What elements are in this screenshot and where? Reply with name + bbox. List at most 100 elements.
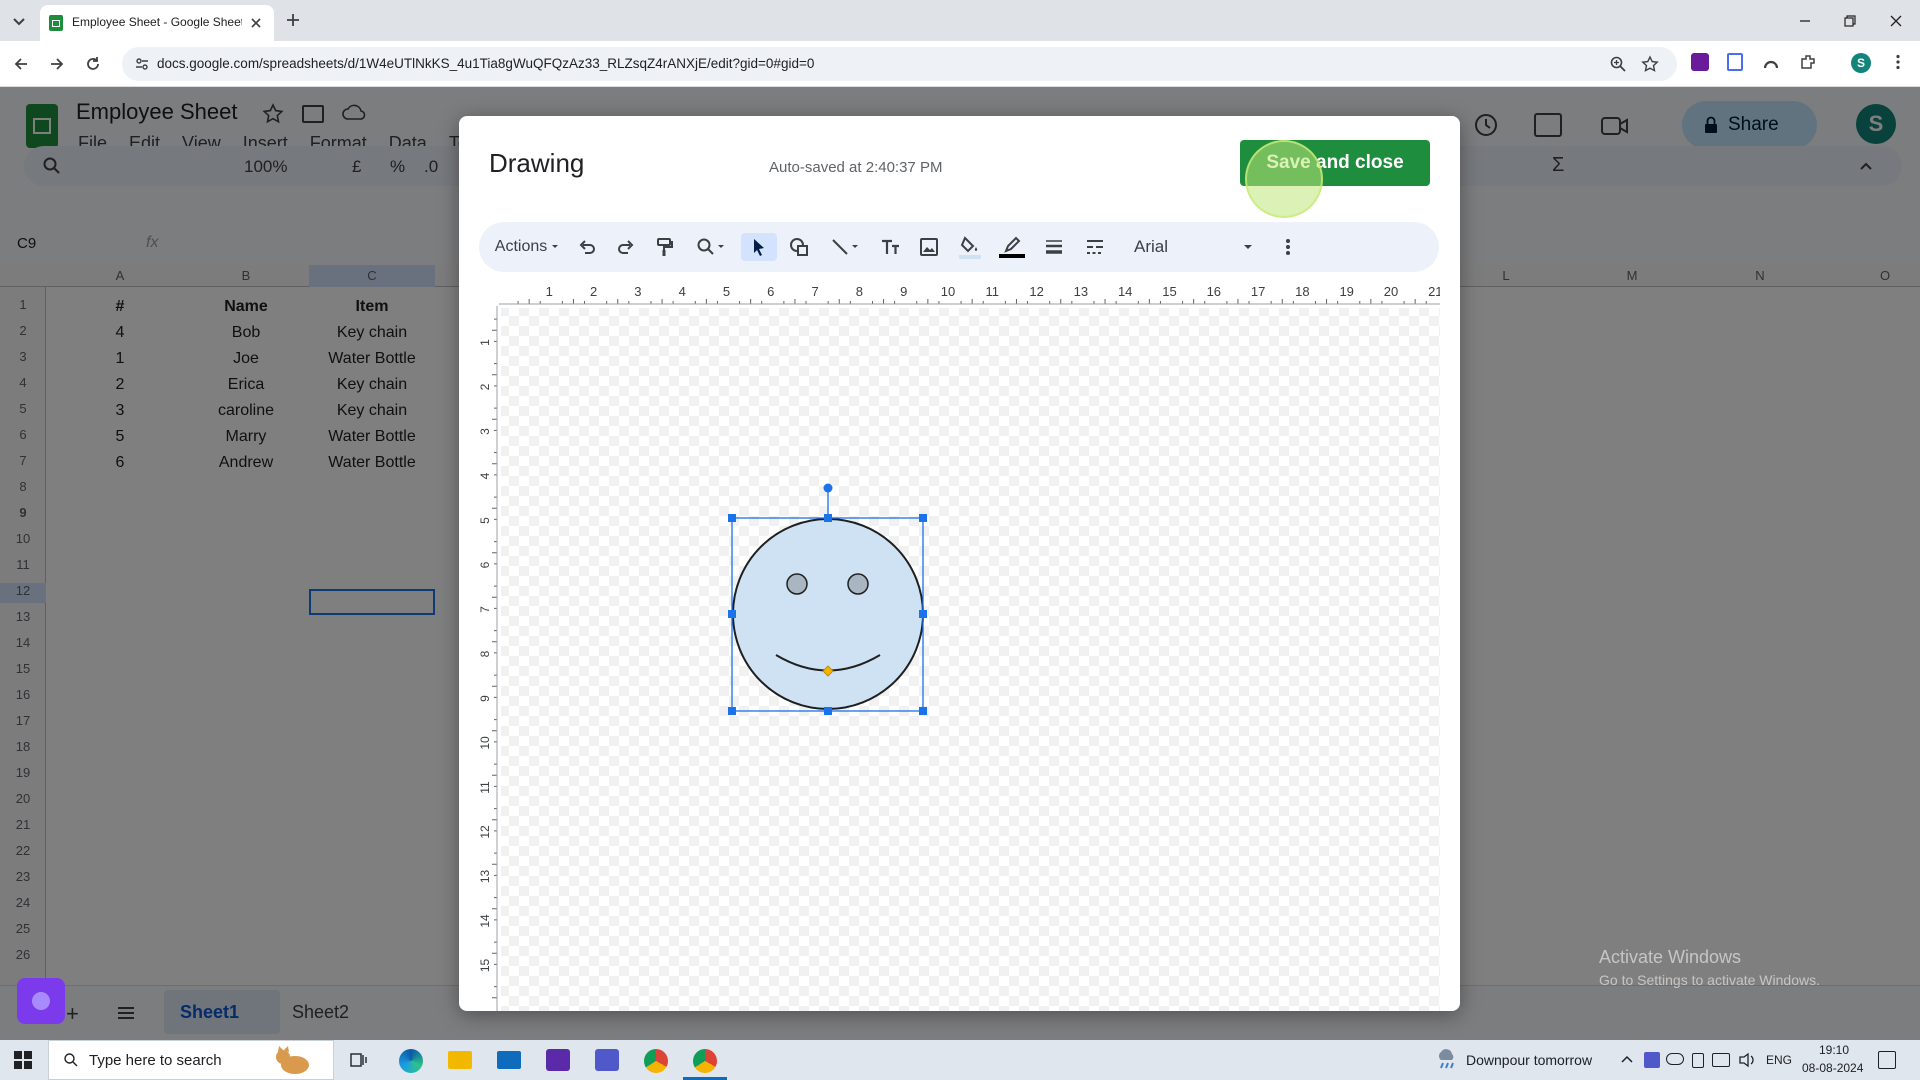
ruler-label: 4 [479,472,492,479]
ruler-label: 18 [1295,286,1309,299]
ruler-label: 8 [856,286,863,299]
extension-purple-icon[interactable] [1691,53,1709,71]
extensions-puzzle-icon[interactable] [1799,53,1817,71]
ruler-label: 11 [986,286,1000,299]
ruler-label: 19 [1339,286,1353,299]
ruler-label: 10 [941,286,955,299]
taskbar-app-purple-icon[interactable] [546,1049,570,1071]
font-label: Arial [1134,237,1169,256]
file-explorer-icon[interactable] [448,1051,472,1069]
horizontal-ruler: 1 2 3 4 5 6 7 8 9 10 11 12 13 14 15 16 17 18 19 20 21 [499,286,1440,305]
redo-icon[interactable] [612,233,640,261]
tab-close-icon[interactable] [248,15,264,31]
taskbar-search-box[interactable]: Type here to search [48,1040,334,1080]
clock-time[interactable]: 19:10 [1819,1043,1849,1057]
tab-list-chevron-icon[interactable] [10,12,28,30]
resize-handle [919,707,927,715]
ruler-label: 13 [1074,286,1088,299]
resize-handle [728,610,736,618]
image-icon[interactable] [915,233,943,261]
smiley-shape[interactable] [732,518,924,710]
zoom-icon[interactable] [1609,55,1627,73]
ruler-label: 21 [1428,286,1440,299]
vertical-ruler: 123456789101112131415 [479,306,498,1011]
ruler-label: 2 [479,383,492,390]
bookmark-star-icon[interactable] [1641,55,1659,73]
ruler-label: 4 [679,286,686,299]
ruler-label: 17 [1251,286,1265,299]
ruler-label: 16 [1207,286,1221,299]
ruler-label: 11 [479,781,492,794]
extension-arc-icon[interactable] [1762,53,1780,71]
text-box-icon[interactable] [875,233,905,261]
ruler-label: 13 [479,870,492,884]
profile-avatar[interactable]: S [1851,53,1871,73]
ruler-label: 5 [479,517,492,524]
ruler-label: 12 [479,825,492,839]
line-tool-icon[interactable] [823,233,867,261]
minimize-icon[interactable] [1796,12,1814,30]
windows-start-icon[interactable] [14,1051,32,1069]
gemini-launcher-button[interactable] [17,978,65,1024]
url-omnibox[interactable]: docs.google.com/spreadsheets/d/1W4eUTlNk… [122,47,1677,81]
site-info-icon[interactable] [134,56,150,72]
undo-icon[interactable] [573,233,601,261]
font-select[interactable]: Arial [1124,233,1254,261]
back-icon[interactable] [12,55,30,73]
weather-icon[interactable] [1436,1048,1458,1072]
edge-icon[interactable] [399,1049,423,1073]
ruler-label: 9 [900,286,907,299]
resize-handle [824,707,832,715]
taskbar-search-placeholder: Type here to search [89,1052,222,1069]
tray-network-icon[interactable] [1712,1053,1730,1067]
ruler-label: 7 [811,286,818,299]
notification-icon[interactable] [1878,1051,1896,1069]
chrome-icon[interactable] [644,1049,668,1073]
tray-onedrive-icon[interactable] [1666,1053,1684,1065]
browser-tab[interactable]: Employee Sheet - Google Sheets [40,5,274,41]
ruler-label: 3 [479,428,492,435]
language-indicator[interactable]: ENG [1766,1053,1792,1067]
more-options-icon[interactable] [1276,233,1300,261]
actions-menu[interactable]: Actions [493,233,563,261]
new-tab-icon[interactable] [284,11,302,29]
teams-icon[interactable] [595,1049,619,1071]
ruler-label: 12 [1029,286,1043,299]
paint-format-icon[interactable] [651,233,679,261]
clock-date[interactable]: 08-08-2024 [1802,1061,1863,1075]
reload-icon[interactable] [84,55,102,73]
smiley-face [732,518,924,710]
tray-chevron-icon[interactable] [1620,1053,1634,1067]
tray-battery-icon[interactable] [1692,1053,1704,1068]
ruler-label: 14 [479,914,492,928]
border-weight-icon[interactable] [1039,233,1069,261]
fill-color-icon[interactable] [955,233,985,261]
ruler-label: 14 [1118,286,1132,299]
extension-doc-icon[interactable] [1727,53,1743,71]
ruler-label: 1 [479,339,492,346]
ruler-label: 8 [479,650,492,657]
sheets-favicon-icon [49,15,63,31]
restore-icon[interactable] [1841,12,1859,30]
shape-tool-icon[interactable] [784,233,814,261]
ruler-label: 1 [546,286,553,299]
tray-teams-icon[interactable] [1644,1052,1660,1068]
task-view-icon[interactable] [350,1051,368,1069]
border-color-swatch [999,254,1025,258]
close-window-icon[interactable] [1887,12,1905,30]
forward-icon[interactable] [48,55,66,73]
click-indicator [1245,140,1323,218]
browser-menu-icon[interactable] [1889,53,1907,71]
canvas-background [501,308,1440,1011]
ruler-label: 7 [479,606,492,613]
ruler-label: 9 [479,695,492,702]
tray-volume-icon[interactable] [1738,1052,1756,1068]
weather-text[interactable]: Downpour tomorrow [1466,1052,1592,1068]
mail-icon[interactable] [497,1051,521,1069]
select-tool-icon[interactable] [741,233,777,261]
chrome-active-icon[interactable] [693,1049,717,1073]
zoom-tool-icon[interactable] [691,233,731,261]
border-dash-icon[interactable] [1080,233,1110,261]
border-color-icon[interactable] [997,233,1027,261]
resize-handle [728,707,736,715]
